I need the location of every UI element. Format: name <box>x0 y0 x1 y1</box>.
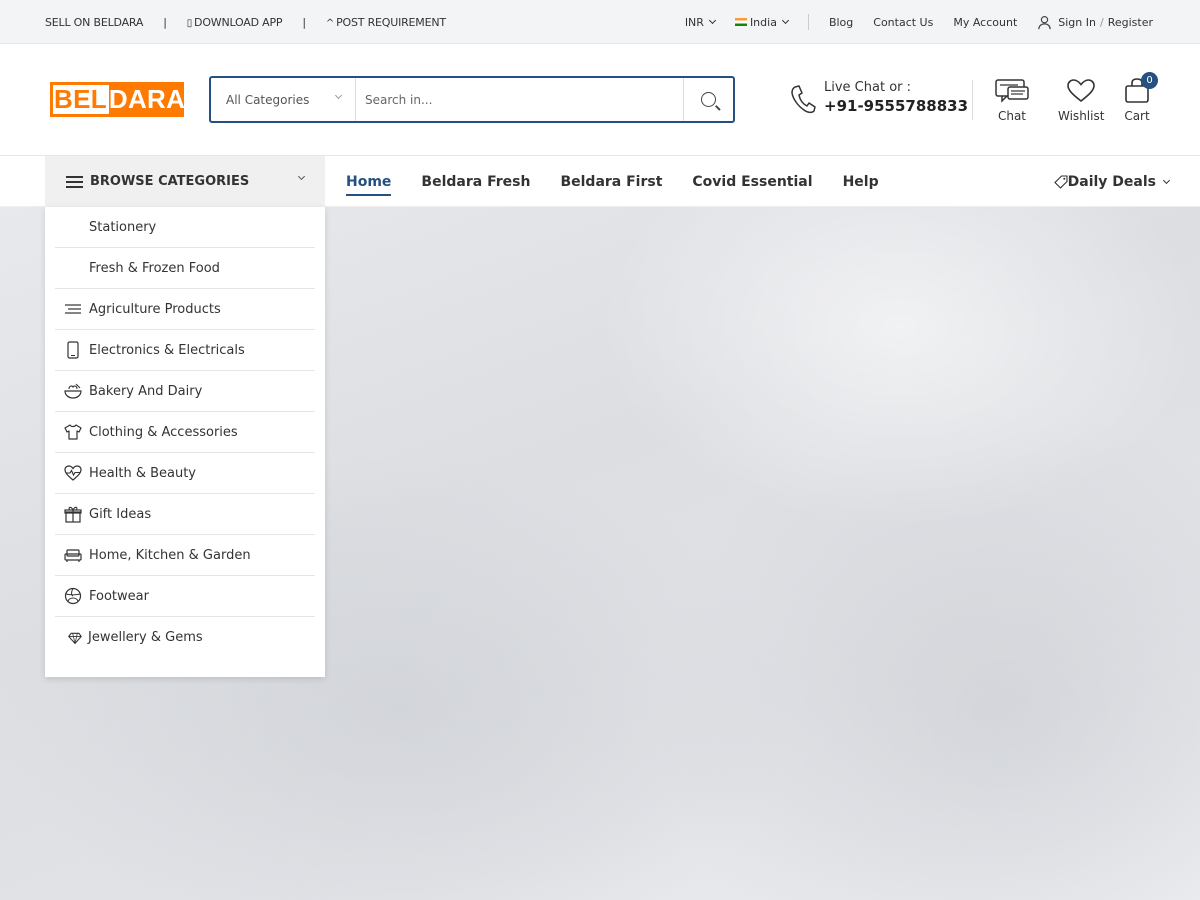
my-account-link[interactable]: My Account <box>953 16 1017 29</box>
phone-device-icon <box>63 340 83 360</box>
header: BELDARA All Categories Live Chat or : +9… <box>0 44 1200 156</box>
sell-link[interactable]: SELL ON BELDARA <box>45 16 143 29</box>
category-select[interactable]: All Categories <box>211 78 356 121</box>
daily-deals-menu[interactable]: Daily Deals <box>1053 156 1171 207</box>
currency-select[interactable]: INR <box>685 16 716 29</box>
lines-icon <box>63 299 83 319</box>
post-requirement-link[interactable]: ^ POST REQUIREMENT <box>326 16 446 29</box>
sign-in-register: Sign In / Register <box>1037 15 1153 30</box>
category-item-gift-ideas[interactable]: Gift Ideas <box>55 494 315 535</box>
phone-number[interactable]: +91-9555788833 <box>824 97 968 115</box>
beldara-logo[interactable]: BEL DARA <box>50 82 185 117</box>
india-flag-icon <box>734 18 747 26</box>
chevron-down-icon <box>334 91 343 100</box>
register-link[interactable]: Register <box>1108 16 1153 29</box>
chevron-down-icon <box>708 16 716 25</box>
list-icon <box>66 175 83 188</box>
live-chat-label: Live Chat or : <box>824 80 912 95</box>
sofa-icon <box>63 545 83 565</box>
ball-icon <box>63 586 83 606</box>
category-item-fresh-frozen-food[interactable]: Fresh & Frozen Food <box>55 248 315 289</box>
divider <box>807 14 809 30</box>
category-item-home-kitchen-garden[interactable]: Home, Kitchen & Garden <box>55 535 315 576</box>
category-item-electronics[interactable]: Electronics & Electricals <box>55 330 315 371</box>
nav-beldara-fresh[interactable]: Beldara Fresh <box>421 170 530 194</box>
chat-icon <box>995 79 1029 103</box>
cart-button[interactable]: 0 Cart <box>1123 72 1158 123</box>
top-bar: SELL ON BELDARA | ▯ DOWNLOAD APP | ^ POST … <box>0 0 1200 44</box>
phone-icon <box>791 85 816 114</box>
contact-info: Live Chat or : +91-9555788833 <box>824 80 968 115</box>
mobile-icon: ▯ <box>186 17 193 29</box>
wishlist-button[interactable]: Wishlist <box>1058 78 1104 123</box>
sign-in-link[interactable]: Sign In <box>1058 16 1096 29</box>
chevron-down-icon <box>1162 176 1171 184</box>
category-item-footwear[interactable]: Footwear <box>55 576 315 617</box>
category-dropdown: Stationery Fresh & Frozen Food Agricultu… <box>45 207 325 677</box>
separator: | <box>302 15 306 29</box>
diamond-icon <box>65 628 85 648</box>
contact-us-link[interactable]: Contact Us <box>873 16 933 29</box>
category-item-bakery-dairy[interactable]: Bakery And Dairy <box>55 371 315 412</box>
chevron-down-icon <box>781 16 789 25</box>
chevron-down-icon <box>297 172 306 181</box>
cart-count-badge: 0 <box>1141 72 1158 89</box>
nav-menu: Home Beldara Fresh Beldara First Covid E… <box>346 156 909 207</box>
search-bar: All Categories <box>209 76 735 123</box>
slash: / <box>1099 15 1104 29</box>
tag-icon <box>1053 174 1068 189</box>
chat-button[interactable]: Chat <box>994 78 1030 123</box>
search-icon <box>701 92 716 107</box>
nav-help[interactable]: Help <box>843 170 879 194</box>
gift-icon <box>63 504 83 524</box>
nav-home[interactable]: Home <box>346 170 392 196</box>
nav-beldara-first[interactable]: Beldara First <box>560 170 662 194</box>
nav-covid-essential[interactable]: Covid Essential <box>692 170 812 194</box>
country-select[interactable]: India <box>734 16 789 29</box>
category-item-stationery[interactable]: Stationery <box>55 207 315 248</box>
category-item-jewellery-gems[interactable]: Jewellery & Gems <box>55 617 315 658</box>
download-app-link[interactable]: ▯ DOWNLOAD APP <box>187 16 283 29</box>
search-button[interactable] <box>683 78 733 121</box>
category-item-health-beauty[interactable]: Health & Beauty <box>55 453 315 494</box>
category-item-agriculture[interactable]: Agriculture Products <box>55 289 315 330</box>
user-icon <box>1038 15 1051 29</box>
browse-categories-button[interactable]: BROWSE CATEGORIES <box>45 156 325 207</box>
heart-icon <box>1067 79 1096 103</box>
bowl-icon <box>63 381 83 401</box>
tshirt-icon <box>63 422 83 442</box>
blog-link[interactable]: Blog <box>829 16 853 29</box>
category-item-clothing[interactable]: Clothing & Accessories <box>55 412 315 453</box>
arrow-up-icon: ^ <box>325 17 335 29</box>
heart-pulse-icon <box>63 463 83 483</box>
main-nav: BROWSE CATEGORIES Home Beldara Fresh Bel… <box>0 156 1200 207</box>
divider <box>972 80 973 120</box>
separator: | <box>163 15 167 29</box>
search-input[interactable] <box>356 78 683 121</box>
